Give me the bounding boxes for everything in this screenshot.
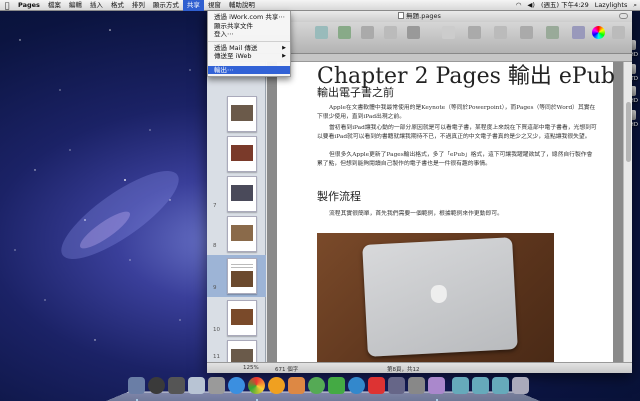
- system-preferences-icon[interactable]: [208, 377, 225, 394]
- toolbar-button-5[interactable]: [402, 26, 424, 41]
- app-menu[interactable]: Pages: [14, 0, 44, 11]
- paragraph: 流程其實很簡單，首先我們需要一個範例，根據範例來作更動即可。: [329, 211, 503, 217]
- page-number: 9: [213, 285, 217, 291]
- menu-help[interactable]: 輔助說明: [225, 0, 259, 11]
- inspector-button[interactable]: [567, 26, 589, 41]
- send-via-mail-label: 透過 Mail 傳送: [214, 43, 258, 52]
- volume-icon[interactable]: ◀): [524, 0, 538, 11]
- app-icon[interactable]: [388, 377, 405, 394]
- scroll-knob[interactable]: [626, 102, 631, 162]
- page-thumbnails-sidebar: 7 8 9 10 11: [207, 62, 266, 373]
- toolbar-button-6[interactable]: [437, 26, 459, 41]
- trash-icon[interactable]: [512, 377, 529, 394]
- toolbar-button-1[interactable]: [310, 26, 332, 41]
- page-thumbnail[interactable]: [227, 136, 257, 172]
- document-canvas: Chapter 2 Pages 輸出 ePub 輸出電子書之前 Apple在文書…: [267, 62, 623, 362]
- mission-control-icon[interactable]: [168, 377, 185, 394]
- section-heading: 製作流程: [317, 190, 361, 203]
- show-shared-documents-item[interactable]: 顯示共享文件: [208, 22, 290, 31]
- folder-icon[interactable]: [452, 377, 469, 394]
- launchpad-icon[interactable]: [148, 377, 165, 394]
- menu-window[interactable]: 視窗: [204, 0, 225, 11]
- itunes-icon[interactable]: [348, 377, 365, 394]
- chrome-icon[interactable]: [248, 377, 265, 394]
- apple-logo: [430, 284, 448, 304]
- menu-format[interactable]: 格式: [107, 0, 128, 11]
- vertical-scrollbar[interactable]: [623, 62, 632, 362]
- colors-button[interactable]: [587, 26, 609, 41]
- wifi-icon[interactable]: ◠: [513, 0, 525, 11]
- page-thumbnail[interactable]: [227, 96, 257, 132]
- dock: [106, 377, 540, 401]
- document-page[interactable]: Chapter 2 Pages 輸出 ePub 輸出電子書之前 Apple在文書…: [277, 62, 615, 362]
- paragraph: Apple在文書軟體中我最常使用的是Keynote（等同於Powerpoint）…: [317, 105, 596, 120]
- status-bar: 125% 671 個字 第8頁，共12: [207, 362, 632, 373]
- app-icon[interactable]: [368, 377, 385, 394]
- toolbar-button-10[interactable]: [541, 26, 563, 41]
- send-to-iweb-item[interactable]: 傳送至 iWeb ▶: [208, 52, 290, 61]
- folder-icon[interactable]: [472, 377, 489, 394]
- paragraph: 當初看到iPad讓我心動的一部分原因就是可以看電子書，某程度上來說在下買這部中電…: [317, 125, 597, 140]
- toolbar-button-7[interactable]: [463, 26, 485, 41]
- paragraph: 但很多久Apple更新了Pages輸出格式，多了「ePub」格式，這下可讓我躍躍…: [317, 152, 593, 167]
- export-item[interactable]: 輸出⋯: [208, 65, 290, 74]
- messages-icon[interactable]: [308, 377, 325, 394]
- apple-menu[interactable]: : [0, 0, 14, 11]
- page-thumbnail[interactable]: [227, 300, 257, 336]
- share-menu-dropdown: 透過 iWork.com 共享⋯ 顯示共享文件 登入⋯ 透過 Mail 傳送 ▶ …: [207, 11, 291, 77]
- zoom-level[interactable]: 125%: [243, 365, 259, 371]
- window-title: 無題.pages: [406, 12, 441, 20]
- page-number: 11: [213, 354, 220, 360]
- document-icon: [398, 12, 405, 19]
- macbook-photo[interactable]: [317, 233, 554, 362]
- menu-insert[interactable]: 插入: [86, 0, 107, 11]
- page-thumbnail[interactable]: [227, 216, 257, 252]
- spotlight-icon[interactable]: ⌕: [630, 0, 640, 11]
- finder-icon[interactable]: [128, 377, 145, 394]
- submenu-arrow-icon: ▶: [282, 44, 286, 51]
- toolbar-button-2[interactable]: [333, 26, 355, 41]
- share-via-iwork-item[interactable]: 透過 iWork.com 共享⋯: [208, 13, 290, 22]
- safari-icon[interactable]: [228, 377, 245, 394]
- menu-edit[interactable]: 編輯: [65, 0, 86, 11]
- menu-arrange[interactable]: 排列: [128, 0, 149, 11]
- menu-view[interactable]: 顯示方式: [149, 0, 183, 11]
- toolbar-button-3[interactable]: [356, 26, 378, 41]
- clock[interactable]: (週五) 下午4:29: [538, 0, 592, 11]
- app-icon[interactable]: [328, 377, 345, 394]
- app-store-icon[interactable]: [188, 377, 205, 394]
- page-number: 10: [213, 327, 220, 333]
- menu-file[interactable]: 檔案: [44, 0, 65, 11]
- laptop-image: [362, 237, 518, 357]
- sign-in-item[interactable]: 登入⋯: [208, 30, 290, 39]
- menu-separator: [208, 40, 290, 42]
- firefox-icon[interactable]: [268, 377, 285, 394]
- folder-icon[interactable]: [492, 377, 509, 394]
- toolbar-button-8[interactable]: [489, 26, 511, 41]
- section-heading: 輸出電子書之前: [317, 86, 394, 99]
- submenu-arrow-icon: ▶: [282, 53, 286, 59]
- toolbar-button-9[interactable]: [515, 26, 537, 41]
- menu-bar:  Pages 檔案 編輯 插入 格式 排列 顯示方式 共享 視窗 輔助說明 ◠…: [0, 0, 640, 11]
- toolbar-button-4[interactable]: [379, 26, 401, 41]
- pages-dock-icon[interactable]: [428, 377, 445, 394]
- send-to-iweb-label: 傳送至 iWeb: [214, 52, 252, 60]
- app-icon[interactable]: [408, 377, 425, 394]
- menu-share[interactable]: 共享: [182, 0, 204, 11]
- page-number: 8: [213, 243, 217, 249]
- app-icon[interactable]: [288, 377, 305, 394]
- user-menu[interactable]: Lazylights: [592, 0, 631, 11]
- send-via-mail-item[interactable]: 透過 Mail 傳送 ▶: [208, 44, 290, 53]
- page-indicator: 第8頁，共12: [387, 367, 420, 373]
- word-count: 671 個字: [275, 367, 299, 373]
- page-thumbnail[interactable]: [227, 176, 257, 212]
- fonts-button[interactable]: [607, 26, 629, 41]
- page-thumbnail-selected[interactable]: [227, 258, 257, 294]
- page-number: 7: [213, 203, 217, 209]
- toolbar-toggle-button[interactable]: [619, 13, 628, 19]
